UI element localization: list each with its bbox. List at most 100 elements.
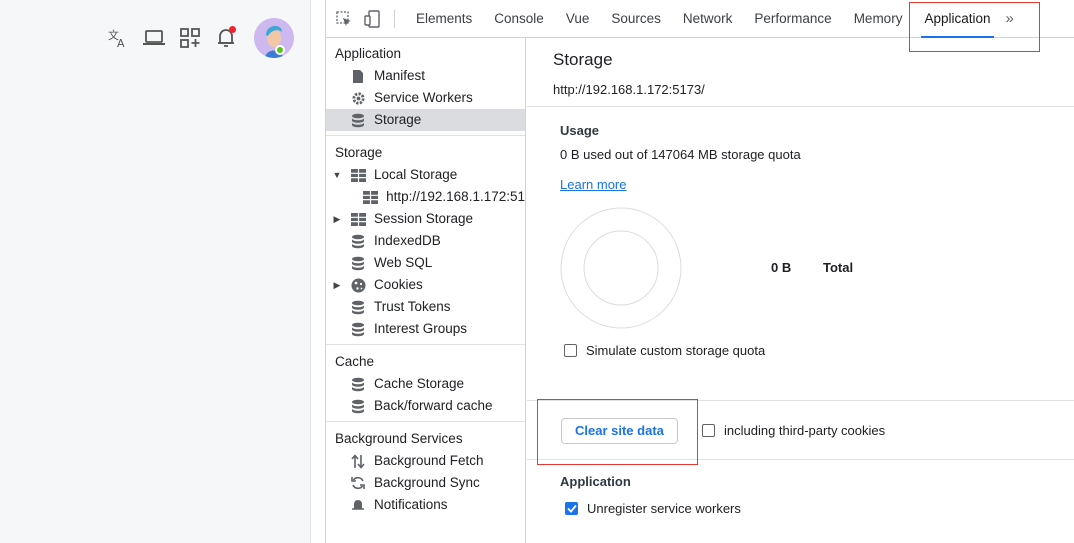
tab-performance[interactable]: Performance xyxy=(743,0,842,38)
sidebar-heading-cache: Cache xyxy=(335,354,375,369)
sidebar-item-label: Trust Tokens xyxy=(374,299,451,314)
cookie-icon xyxy=(348,277,368,293)
sidebar-item-label: IndexedDB xyxy=(374,233,441,248)
sidebar-section-cache: Cache Cache Storage Back/forward cache xyxy=(326,345,525,422)
simulate-quota-label: Simulate custom storage quota xyxy=(586,343,766,358)
bell-icon[interactable] xyxy=(208,20,244,56)
total-value: 0 B xyxy=(771,260,792,275)
tab-memory[interactable]: Memory xyxy=(843,0,914,38)
sidebar-item-label: Session Storage xyxy=(374,211,474,226)
third-party-cookies-checkbox[interactable] xyxy=(702,424,715,437)
sidebar-section-application: Application Manifest Service Workers Sto… xyxy=(326,38,525,136)
sidebar-item-label: Notifications xyxy=(374,497,448,512)
sidebar-heading-storage: Storage xyxy=(335,145,383,160)
application-sidebar: Application Manifest Service Workers Sto… xyxy=(326,38,526,543)
sidebar-item-label: Service Workers xyxy=(374,90,473,105)
file-icon xyxy=(348,68,368,84)
usage-text: 0 B used out of 147064 MB storage quota xyxy=(560,147,801,162)
inspect-element-icon[interactable] xyxy=(330,0,358,38)
table-grid-icon xyxy=(348,167,368,183)
unregister-service-workers-checkbox[interactable] xyxy=(565,502,578,515)
tab-elements[interactable]: Elements xyxy=(405,0,483,38)
bell-icon xyxy=(348,497,368,513)
sidebar-item-web-sql[interactable]: Web SQL xyxy=(326,252,525,274)
sidebar-item-label: Storage xyxy=(374,112,422,127)
table-grid-icon xyxy=(348,211,368,227)
unregister-row: Unregister service workers xyxy=(560,501,1074,516)
third-party-cookies-label: including third-party cookies xyxy=(724,423,886,438)
collapsed-caret-icon[interactable]: ▶ xyxy=(326,274,348,296)
sidebar-item-local-origin[interactable]: http://192.168.1.172:51 xyxy=(326,186,525,208)
tab-sources[interactable]: Sources xyxy=(600,0,672,38)
tab-vue[interactable]: Vue xyxy=(555,0,601,38)
third-party-cookies-row: including third-party cookies xyxy=(702,423,885,438)
tab-network[interactable]: Network xyxy=(672,0,744,38)
toolbar-divider xyxy=(394,9,395,28)
database-icon xyxy=(348,255,368,271)
sidebar-item-trust-tokens[interactable]: Trust Tokens xyxy=(326,296,525,318)
web-page-area: 文A xyxy=(0,0,311,543)
database-icon xyxy=(348,376,368,392)
total-label: Total xyxy=(823,260,854,275)
learn-more-link[interactable]: Learn more xyxy=(560,177,626,192)
database-icon xyxy=(348,233,368,249)
sidebar-item-label: Background Fetch xyxy=(374,453,484,468)
sidebar-item-local-storage[interactable]: ▼ Local Storage xyxy=(326,164,525,186)
origin-url: http://192.168.1.172:5173/ xyxy=(553,82,705,97)
sidebar-item-back-forward-cache[interactable]: Back/forward cache xyxy=(326,395,525,417)
sidebar-item-label: Interest Groups xyxy=(374,321,468,336)
application-clear-section: Application Unregister service workers xyxy=(527,460,1074,516)
sync-icon xyxy=(348,475,368,491)
collapsed-caret-icon[interactable]: ▶ xyxy=(326,208,348,230)
sidebar-item-label: http://192.168.1.172:51 xyxy=(386,189,525,204)
sidebar-item-cookies[interactable]: ▶ Cookies xyxy=(326,274,525,296)
usage-section: Usage 0 B used out of 147064 MB storage … xyxy=(527,107,1074,401)
translate-icon[interactable]: 文A xyxy=(100,20,136,56)
database-icon xyxy=(348,321,368,337)
sidebar-section-storage: Storage ▼ Local Storage http://192.168.1… xyxy=(326,136,525,345)
sidebar-item-label: Cache Storage xyxy=(374,376,465,391)
avatar[interactable] xyxy=(254,18,294,58)
unregister-label: Unregister service workers xyxy=(587,501,741,516)
sidebar-item-service-workers[interactable]: Service Workers xyxy=(326,87,525,109)
apps-grid-icon[interactable] xyxy=(172,20,208,56)
up-down-arrows-icon xyxy=(348,453,368,469)
sidebar-item-label: Background Sync xyxy=(374,475,480,490)
sidebar-item-manifest[interactable]: Manifest xyxy=(326,65,525,87)
device-toolbar-icon[interactable] xyxy=(358,0,386,38)
sidebar-item-session-storage[interactable]: ▶ Session Storage xyxy=(326,208,525,230)
sidebar-section-background-services: Background Services Background Fetch Bac… xyxy=(326,422,525,520)
highlight-clear-button xyxy=(537,399,698,465)
sidebar-item-cache-storage[interactable]: Cache Storage xyxy=(326,373,525,395)
usage-heading: Usage xyxy=(560,123,600,138)
sidebar-item-label: Web SQL xyxy=(374,255,433,270)
simulate-quota-checkbox[interactable] xyxy=(564,344,577,357)
sidebar-heading-background-services: Background Services xyxy=(335,431,463,446)
header-toolbar: 文A xyxy=(100,18,294,58)
sidebar-item-background-fetch[interactable]: Background Fetch xyxy=(326,450,525,472)
sidebar-item-background-sync[interactable]: Background Sync xyxy=(326,472,525,494)
sidebar-item-storage[interactable]: Storage xyxy=(326,109,525,131)
expanded-caret-icon[interactable]: ▼ xyxy=(326,164,348,186)
database-icon xyxy=(348,112,368,128)
laptop-icon[interactable] xyxy=(136,20,172,56)
sidebar-item-label: Manifest xyxy=(374,68,426,83)
storage-pane: Storage http://192.168.1.172:5173/ Usage… xyxy=(527,38,1074,543)
sidebar-heading-application: Application xyxy=(335,46,402,61)
sidebar-item-notifications[interactable]: Notifications xyxy=(326,494,525,516)
storage-header: Storage http://192.168.1.172:5173/ xyxy=(527,38,1074,107)
table-grid-icon xyxy=(361,189,380,205)
devtools-panel: Elements Console Vue Sources Network Per… xyxy=(325,0,1074,543)
notification-dot xyxy=(229,26,236,33)
database-icon xyxy=(348,299,368,315)
sidebar-item-interest-groups[interactable]: Interest Groups xyxy=(326,318,525,340)
page-title: Storage xyxy=(553,50,613,69)
tab-console[interactable]: Console xyxy=(483,0,555,38)
simulate-quota-row: Simulate custom storage quota xyxy=(564,343,765,358)
application-heading: Application xyxy=(560,474,631,489)
sidebar-item-indexeddb[interactable]: IndexedDB xyxy=(326,230,525,252)
online-status-dot xyxy=(275,45,285,55)
sidebar-item-label: Cookies xyxy=(374,277,423,292)
sidebar-item-label: Local Storage xyxy=(374,167,458,182)
usage-donut-chart xyxy=(560,207,682,329)
